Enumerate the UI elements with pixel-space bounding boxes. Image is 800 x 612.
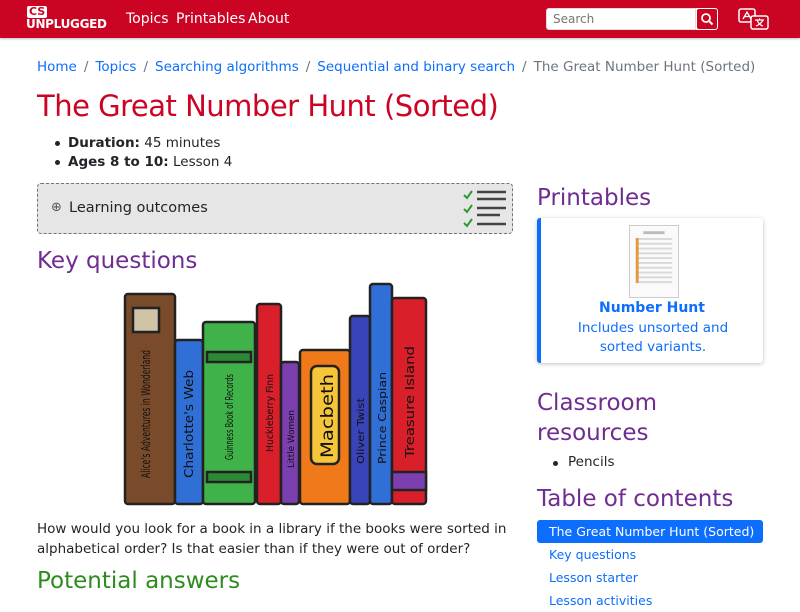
search-input[interactable] (546, 8, 696, 30)
printables-heading: Printables (537, 185, 652, 211)
book-macbeth-title: Macbeth (318, 374, 338, 458)
book-charlottes-web-title: Charlotte's Web (182, 370, 196, 478)
table-of-contents-heading: Table of contents (537, 486, 734, 512)
breadcrumb-home[interactable]: Home (37, 59, 77, 75)
ages-item: Ages 8 to 10: Lesson 4 (55, 153, 232, 172)
learning-outcomes-toggle[interactable]: ⊕ Learning outcomes (37, 183, 513, 234)
breadcrumb-separator: / (143, 59, 148, 75)
breadcrumb: Home / Topics / Searching algorithms / Sequent… (37, 59, 755, 75)
nav-about-link[interactable]: About (248, 11, 289, 27)
printable-card[interactable]: Number Hunt Includes unsorted and sorted… (537, 218, 763, 363)
breadcrumb-searching-algorithms[interactable]: Searching algorithms (155, 59, 299, 75)
table-of-contents: The Great Number Hunt (Sorted) Key quest… (537, 520, 763, 612)
potential-answers-heading: Potential answers (37, 568, 241, 594)
book-huckleberry-title: Huckleberry Finn (265, 374, 276, 452)
ages-label: Ages 8 to 10: (68, 154, 169, 170)
breadcrumb-current: The Great Number Hunt (Sorted) (533, 59, 756, 75)
page-title: The Great Number Hunt (Sorted) (37, 89, 499, 123)
duration-item: Duration: 45 minutes (55, 134, 232, 153)
language-select-icon[interactable] (738, 8, 770, 32)
checklist-icon (463, 190, 506, 228)
top-navbar: CS UNPLUGGED Topics Printables About (0, 0, 800, 38)
breadcrumb-sequential-binary-search[interactable]: Sequential and binary search (317, 59, 515, 75)
expand-icon: ⊕ (51, 200, 62, 215)
book-guinness-title: Guinness Book of Records (223, 374, 236, 460)
duration-value: 45 minutes (144, 135, 221, 151)
breadcrumb-separator: / (83, 59, 89, 75)
book-oliver-twist-title: Oliver Twist (356, 398, 367, 464)
book-little-women-title: Little Women (287, 410, 297, 468)
breadcrumb-separator: / (522, 59, 527, 75)
resource-item: Pencils (553, 454, 614, 470)
search-icon (697, 9, 717, 29)
book-treasure-island-title: Treasure Island (403, 346, 417, 459)
logo-unplugged-text: UNPLUGGED (26, 17, 107, 31)
duration-label: Duration: (68, 135, 140, 151)
ages-value: Lesson 4 (173, 154, 233, 170)
printable-title: Number Hunt (599, 300, 705, 316)
printable-description: Includes unsorted and sorted variants. (577, 320, 729, 355)
breadcrumb-topics[interactable]: Topics (95, 59, 136, 75)
nav-topics-link[interactable]: Topics (126, 11, 169, 27)
breadcrumb-separator: / (305, 59, 311, 75)
book-alice-title: Alice's Adventures in Wonderland (138, 350, 153, 478)
book-prince-caspian-title: Prince Caspian (376, 372, 389, 464)
classroom-resources-heading: Classroom resources (537, 390, 658, 446)
printable-thumbnail (629, 225, 679, 298)
search-button[interactable] (696, 8, 718, 30)
key-questions-heading: Key questions (37, 248, 198, 274)
toc-item-lesson-starter[interactable]: Lesson starter (537, 566, 763, 589)
toc-item-great-number-hunt[interactable]: The Great Number Hunt (Sorted) (537, 520, 763, 543)
cs-unplugged-logo[interactable]: CS UNPLUGGED (26, 6, 110, 32)
toc-item-lesson-activities[interactable]: Lesson activities (537, 589, 763, 612)
toc-item-key-questions[interactable]: Key questions (537, 543, 763, 566)
key-question-text: How would you look for a book in a libra… (37, 521, 507, 557)
bookshelf-illustration: Alice's Adventures in Wonderland Charlot… (123, 282, 428, 506)
resources-list: Pencils (553, 454, 614, 470)
nav-printables-link[interactable]: Printables (176, 11, 245, 27)
learning-outcomes-label: Learning outcomes (69, 200, 208, 216)
lesson-meta-list: Duration: 45 minutes Ages 8 to 10: Lesso… (55, 134, 232, 172)
